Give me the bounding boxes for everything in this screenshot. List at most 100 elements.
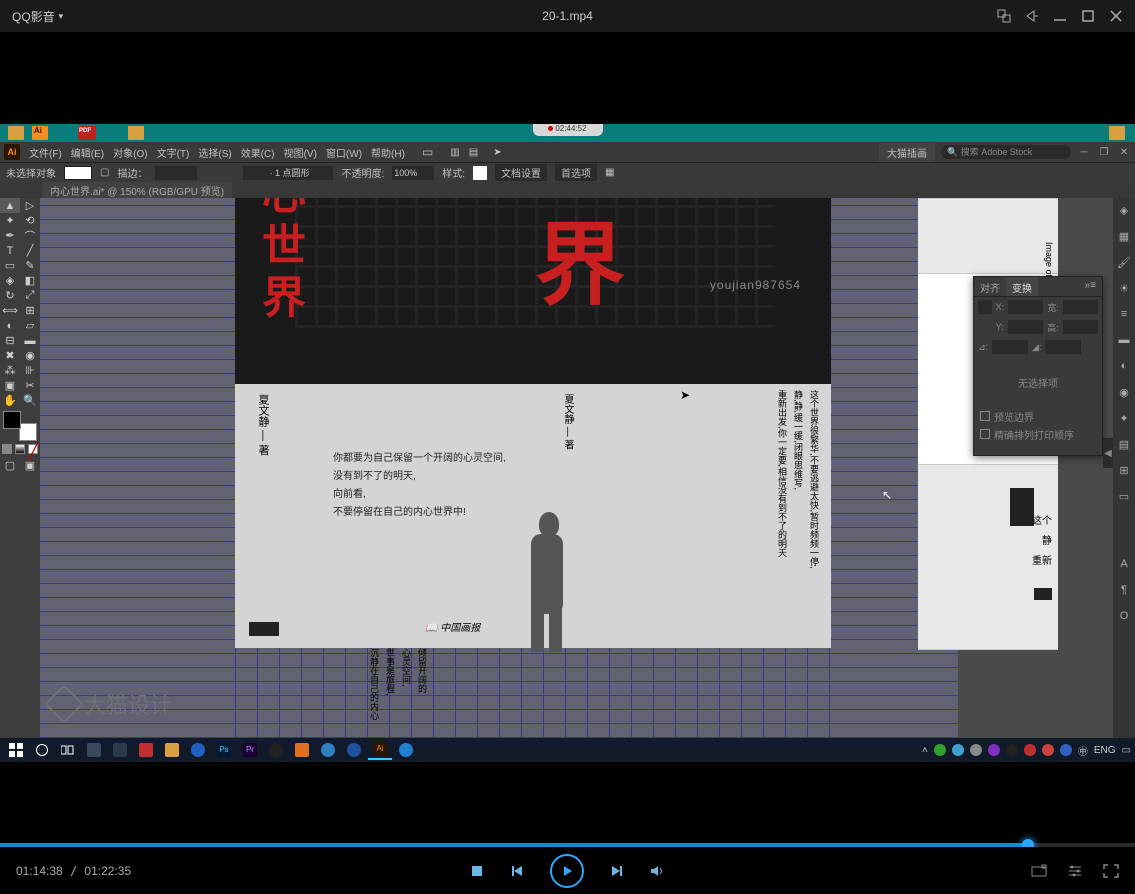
swatches-panel-icon[interactable]: ▦	[1117, 230, 1131, 244]
play-button[interactable]	[550, 854, 584, 888]
tb-illustrator[interactable]: Ai	[368, 740, 392, 760]
next-button[interactable]	[610, 864, 624, 878]
transparency-panel-icon[interactable]: ◐	[1117, 360, 1131, 374]
stroke-icon[interactable]: ▢	[100, 167, 109, 178]
blend-tool[interactable]: ◉	[20, 348, 40, 363]
tray-icon[interactable]	[934, 744, 946, 756]
scale-tool[interactable]: ⤢	[20, 288, 40, 303]
style-swatch[interactable]	[473, 166, 487, 180]
stop-button[interactable]	[470, 864, 484, 878]
panel-menu-icon[interactable]: »≡	[1079, 277, 1102, 296]
taskview-icon[interactable]	[56, 740, 80, 760]
workspace-label[interactable]: 大猫插画	[879, 143, 935, 162]
checkbox-order[interactable]: 精确排列打印顺序	[974, 425, 1102, 443]
ref-point-icon[interactable]	[978, 300, 992, 314]
menu-file[interactable]: 文件(F)	[29, 145, 62, 160]
gradient-tool[interactable]: ▬	[20, 333, 40, 348]
fill-stroke-swatch[interactable]	[3, 411, 37, 441]
shear-input[interactable]	[1045, 340, 1081, 354]
tb-calculator[interactable]	[108, 740, 132, 760]
settings-button[interactable]	[1067, 864, 1083, 878]
align-transform-panel[interactable]: 对齐 变换 »≡ X: 宽: Y: 高: ⊿: ◢: 无选择项 预览边界 精确排…	[973, 276, 1103, 456]
opentype-panel-icon[interactable]: O	[1117, 610, 1131, 624]
rectangle-tool[interactable]: ▭	[0, 258, 20, 273]
rotate-tool[interactable]: ↻	[0, 288, 20, 303]
eraser-tool[interactable]: ◧	[20, 273, 40, 288]
angle-input[interactable]	[992, 340, 1028, 354]
search-input[interactable]: 🔍 搜索 Adobe Stock	[941, 145, 1071, 159]
layers-panel-icon[interactable]: ▤	[1117, 438, 1131, 452]
menu-effect[interactable]: 效果(C)	[241, 145, 275, 160]
prev-button[interactable]	[510, 864, 524, 878]
minimize-button[interactable]	[1053, 9, 1067, 23]
ai-minimize-button[interactable]: ─	[1077, 146, 1091, 158]
bridge-icon[interactable]: ▭	[422, 145, 433, 159]
close-button[interactable]	[1109, 9, 1123, 23]
document-setup-button[interactable]: 文档设置	[495, 164, 547, 181]
volume-button[interactable]	[650, 864, 666, 878]
shape-builder-tool[interactable]: ◐	[0, 318, 20, 333]
stroke-weight-input[interactable]	[155, 166, 197, 180]
screen-mode-normal[interactable]: ▢	[0, 458, 20, 473]
tb-edge[interactable]	[394, 740, 418, 760]
char-panel-icon[interactable]: A	[1117, 558, 1131, 572]
tb-app-orange[interactable]	[290, 740, 314, 760]
tb-app-blue2[interactable]	[342, 740, 366, 760]
folder-icon[interactable]	[8, 126, 24, 140]
zoom-tool[interactable]: 🔍	[20, 393, 40, 408]
symbol-sprayer-tool[interactable]: ⁂	[0, 363, 20, 378]
tray-ime-icon[interactable]: ㊥	[1078, 743, 1088, 758]
arrow-icon[interactable]: ➤	[493, 147, 501, 158]
line-tool[interactable]: ╱	[20, 243, 40, 258]
free-transform-tool[interactable]: ⊞	[20, 303, 40, 318]
color-mode-icons[interactable]: ╱	[0, 444, 40, 458]
fullscreen-button[interactable]	[1103, 864, 1119, 878]
tb-photoshop[interactable]: Ps	[212, 740, 236, 760]
panel-tab-align[interactable]: 对齐	[974, 277, 1006, 296]
perspective-tool[interactable]: ▱	[20, 318, 40, 333]
align-icon[interactable]: ▦	[605, 167, 614, 178]
tb-obs[interactable]	[264, 740, 288, 760]
tray-icon[interactable]	[1060, 744, 1072, 756]
brushes-panel-icon[interactable]: 🖌	[1117, 256, 1131, 270]
type-tool[interactable]: T	[0, 243, 20, 258]
tray-icon[interactable]	[1024, 744, 1036, 756]
opacity-input[interactable]: 100%	[392, 166, 434, 180]
tb-browser[interactable]	[186, 740, 210, 760]
gradient-panel-icon[interactable]: ▬	[1117, 334, 1131, 348]
ai-close-button[interactable]: ✕	[1117, 146, 1131, 158]
tb-app-blue[interactable]	[316, 740, 340, 760]
tb-app-1[interactable]	[82, 740, 106, 760]
menu-edit[interactable]: 编辑(E)	[71, 145, 104, 160]
direct-selection-tool[interactable]: ▷	[20, 198, 40, 213]
symbols-panel-icon[interactable]: ☀	[1117, 282, 1131, 296]
paintbrush-tool[interactable]: ✎	[20, 258, 40, 273]
arrange-icon[interactable]: ▥	[450, 147, 459, 158]
pin-icon[interactable]	[1025, 9, 1039, 23]
notification-icon[interactable]: ▭	[1122, 745, 1131, 756]
folder-icon[interactable]	[1109, 126, 1125, 140]
magic-wand-tool[interactable]: ✦	[0, 213, 20, 228]
artboard-tool[interactable]: ▣	[0, 378, 20, 393]
ai-file-icon[interactable]	[32, 126, 48, 140]
slice-tool[interactable]: ✂	[20, 378, 40, 393]
cortana-icon[interactable]	[30, 740, 54, 760]
pdf-file-icon[interactable]	[78, 126, 96, 140]
artboards-panel-icon[interactable]: ▭	[1117, 490, 1131, 504]
column-graph-tool[interactable]: ⊪	[20, 363, 40, 378]
curvature-tool[interactable]: ⌒	[20, 228, 40, 243]
tray-icon[interactable]	[952, 744, 964, 756]
shaper-tool[interactable]: ◈	[0, 273, 20, 288]
menu-select[interactable]: 选择(S)	[198, 145, 231, 160]
lasso-tool[interactable]: ⟲	[20, 213, 40, 228]
menu-help[interactable]: 帮助(H)	[371, 145, 405, 160]
stroke-panel-icon[interactable]: ≡	[1117, 308, 1131, 322]
window-icon-1[interactable]	[997, 9, 1011, 23]
hand-tool[interactable]: ✋	[0, 393, 20, 408]
canvas[interactable]: 心世界 界 youjian987654 夏文静 — 著 夏文静 — 著 你都要为…	[40, 198, 958, 738]
tray-icon[interactable]	[970, 744, 982, 756]
tb-app-red[interactable]	[134, 740, 158, 760]
para-panel-icon[interactable]: ¶	[1117, 584, 1131, 598]
tray-chevron-up[interactable]: ˄	[922, 745, 928, 756]
graphic-styles-panel-icon[interactable]: ✦	[1117, 412, 1131, 426]
